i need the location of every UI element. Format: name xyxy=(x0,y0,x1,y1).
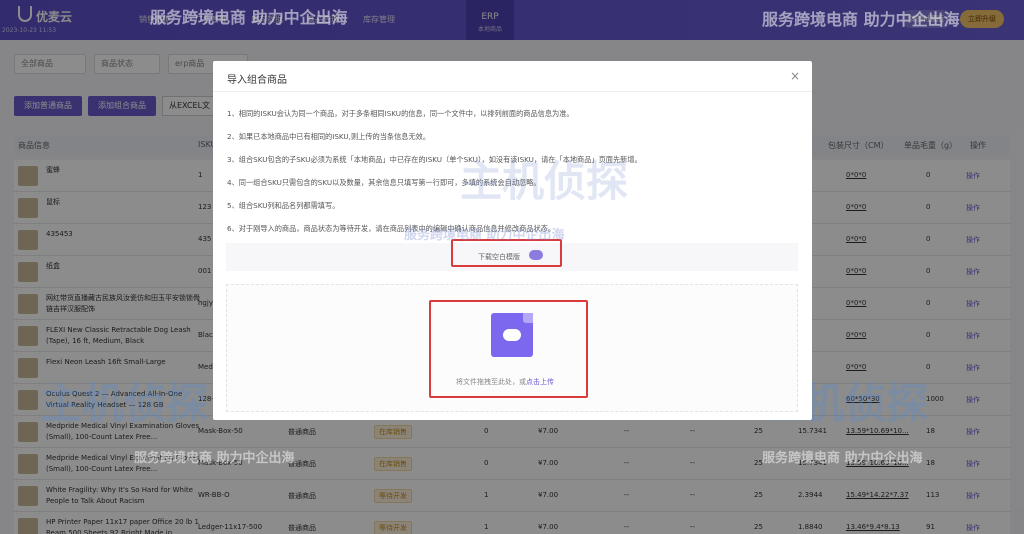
note-item: 2、如果已本地商品中已有相同的ISKU,则上传的当条信息无效。 xyxy=(227,132,431,141)
note-item: 4、同一组合SKU只需包含的SKU以及数量，其余信息只填写第一行即可，多填的系统… xyxy=(227,178,541,187)
note-item: 5、组合SKU列和品名列都需填写。 xyxy=(227,201,340,210)
close-icon[interactable]: × xyxy=(790,69,800,83)
file-upload-icon[interactable] xyxy=(491,313,533,357)
dialog-divider xyxy=(213,91,812,92)
note-item: 1、相同的ISKU会认为同一个商品，对于多条相同ISKU的信息，同一个文件中，以… xyxy=(227,109,574,118)
cloud-download-icon[interactable] xyxy=(529,250,543,260)
upload-hint-text: 将文件拖拽至此处，或 xyxy=(456,378,526,386)
download-template-link[interactable]: 下载空白模版 xyxy=(478,252,520,262)
note-item: 3、组合SKU包含的子SKU必须为系统「本地商品」中已存在的ISKU（单个SKU… xyxy=(227,155,642,164)
upload-hint: 将文件拖拽至此处，或点击上传 xyxy=(456,377,554,387)
dialog-title: 导入组合商品 xyxy=(227,75,287,86)
import-notes: 1、相同的ISKU会认为同一个商品，对于多条相同ISKU的信息，同一个文件中，以… xyxy=(227,109,797,247)
click-upload-link[interactable]: 点击上传 xyxy=(526,378,554,386)
import-combo-dialog: 导入组合商品 × 1、相同的ISKU会认为同一个商品，对于多条相同ISKU的信息… xyxy=(213,61,812,420)
